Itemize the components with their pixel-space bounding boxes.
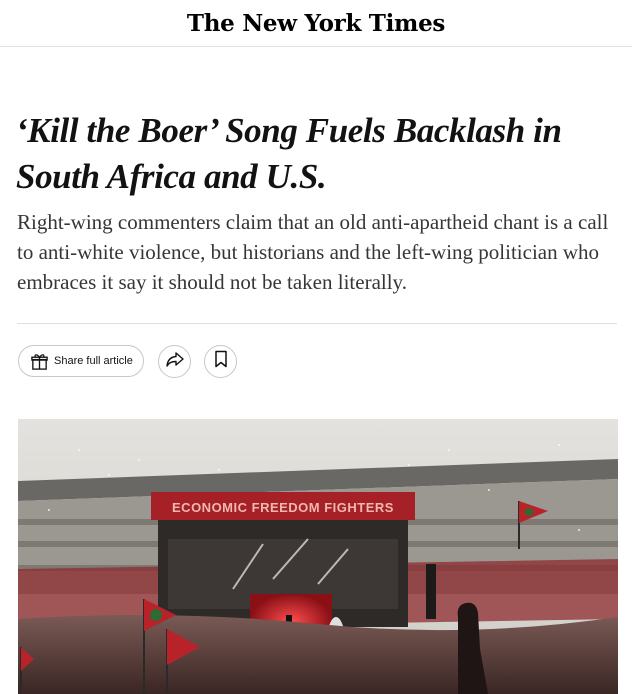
share-full-article-label: Share full article [54,355,133,367]
bookmark-icon [214,350,228,373]
save-button[interactable] [204,345,237,378]
nyt-logo[interactable]: The New York Times [0,10,632,37]
article-summary: Right-wing commenters claim that an old … [17,210,609,294]
share-button[interactable] [158,345,191,378]
masthead: The New York Times [0,0,632,47]
gift-icon [29,351,49,371]
article-headline: ‘Kill the Boer’ Song Fuels Backlash in S… [16,111,562,196]
share-full-article-button[interactable]: Share full article [18,345,144,377]
share-arrow-icon [165,350,185,373]
article-photo: ECONOMIC FREEDOM FIGHTERS [18,419,618,694]
banner-text: ECONOMIC FREEDOM FIGHTERS [172,500,394,515]
divider [17,323,617,324]
